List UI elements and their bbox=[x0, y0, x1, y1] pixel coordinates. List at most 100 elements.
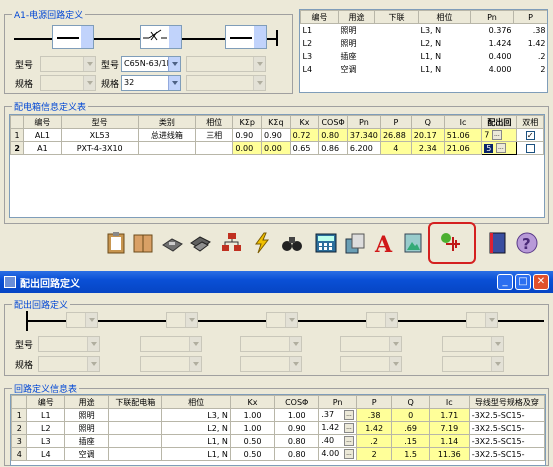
cell[interactable]: 2 bbox=[355, 447, 393, 461]
cell[interactable]: -3X2.5-SC15- bbox=[468, 447, 545, 461]
col-header[interactable]: KΣq bbox=[261, 115, 291, 129]
breaker-model-select[interactable]: C65N-63/1I bbox=[121, 56, 181, 72]
cell[interactable]: L3 bbox=[26, 434, 66, 448]
cell[interactable]: 空调 bbox=[64, 447, 110, 461]
cell-outgoing[interactable]: 5 ... bbox=[481, 141, 518, 155]
list-item[interactable]: L2 照明 L2, N 1.424 1.42 bbox=[301, 37, 548, 50]
cell[interactable]: 7.19 bbox=[428, 421, 470, 435]
cell[interactable]: 1.00 bbox=[229, 408, 276, 422]
cell-ksp[interactable]: 0.00 bbox=[232, 141, 263, 155]
col-header[interactable]: P bbox=[379, 115, 412, 129]
circuit-out-icon[interactable] bbox=[440, 231, 464, 255]
col-header[interactable]: 下联 bbox=[374, 10, 419, 24]
cell-model[interactable]: XL53 bbox=[60, 128, 139, 142]
cell[interactable]: L2, N bbox=[161, 421, 231, 435]
cell-type[interactable] bbox=[137, 141, 196, 155]
col-header[interactable]: Pn bbox=[346, 115, 381, 129]
cell[interactable]: -3X2.5-SC15- bbox=[468, 421, 545, 435]
cell[interactable]: 0.50 bbox=[229, 434, 276, 448]
cell[interactable]: 1.5 bbox=[391, 447, 430, 461]
ellipsis-button[interactable]: ... bbox=[495, 143, 506, 153]
cell[interactable] bbox=[108, 447, 163, 461]
cell[interactable]: 0.80 bbox=[274, 434, 320, 448]
col-header[interactable]: Ic bbox=[428, 395, 470, 409]
col-header[interactable]: 编号 bbox=[26, 395, 66, 409]
cell-ic[interactable]: 21.06 bbox=[443, 141, 483, 155]
cell-phase[interactable] bbox=[194, 141, 234, 155]
table-row[interactable]: 2 A1 PXT-4-3X10 0.00 0.00 0.65 0.86 6.20… bbox=[10, 141, 544, 155]
maximize-button[interactable]: □ bbox=[515, 274, 531, 290]
cell[interactable]: 照明 bbox=[64, 421, 110, 435]
model-select-1[interactable] bbox=[40, 56, 96, 72]
cell-ksq[interactable]: 0.90 bbox=[261, 128, 291, 142]
cell-dual[interactable] bbox=[516, 141, 544, 155]
ellipsis-button[interactable]: ... bbox=[343, 410, 354, 420]
cell-dual[interactable]: ✓ bbox=[516, 128, 544, 142]
col-header[interactable]: 相位 bbox=[418, 10, 471, 24]
cell[interactable]: L4 bbox=[26, 447, 66, 461]
cell[interactable]: L1 bbox=[26, 408, 66, 422]
cell[interactable]: -3X2.5-SC15- bbox=[468, 434, 545, 448]
cell[interactable]: 4.00... bbox=[318, 447, 357, 461]
cell-pn[interactable]: 37.340 bbox=[346, 128, 381, 142]
dialog-switch-1[interactable] bbox=[66, 312, 98, 328]
cell[interactable]: .2 bbox=[355, 434, 393, 448]
col-header[interactable]: COSΦ bbox=[274, 395, 320, 409]
col-header[interactable]: 下联配电箱 bbox=[108, 395, 163, 409]
cell-pn[interactable]: 6.200 bbox=[346, 141, 381, 155]
cell[interactable]: 照明 bbox=[64, 408, 110, 422]
col-header[interactable]: 型号 bbox=[60, 115, 139, 129]
cell-outgoing[interactable]: 7 ... bbox=[481, 128, 518, 142]
switch-dropdown-3[interactable] bbox=[225, 25, 267, 49]
cell[interactable]: L1, N bbox=[161, 434, 231, 448]
dialog-switch-4[interactable] bbox=[366, 312, 398, 328]
col-header[interactable]: 导线型号规格及穿 bbox=[468, 395, 545, 409]
cell[interactable]: .38 bbox=[355, 408, 393, 422]
list-item[interactable]: L4 空调 L1, N 4.000 2 bbox=[301, 63, 548, 76]
col-header[interactable]: Pn bbox=[318, 395, 357, 409]
col-header[interactable]: COSΦ bbox=[318, 115, 348, 129]
dialog-model-select-1[interactable] bbox=[38, 336, 100, 352]
cell-q[interactable]: 20.17 bbox=[410, 128, 445, 142]
cell[interactable]: L1, N bbox=[161, 447, 231, 461]
dialog-model-select-2[interactable] bbox=[140, 336, 202, 352]
col-header[interactable]: 双相 bbox=[516, 115, 544, 129]
col-header[interactable]: Kx bbox=[289, 115, 320, 129]
tools-icon[interactable] bbox=[290, 231, 314, 255]
dialog-spec-select-4[interactable] bbox=[340, 356, 402, 372]
table-row[interactable]: 1 AL1 XL53 总进线箱 三相 0.90 0.90 0.72 0.80 3… bbox=[10, 128, 544, 142]
switch-dropdown-breaker[interactable] bbox=[140, 25, 182, 49]
spec-select-3[interactable] bbox=[186, 75, 266, 91]
cell[interactable]: L3, N bbox=[161, 408, 231, 422]
cell[interactable] bbox=[108, 421, 163, 435]
calculator-icon[interactable] bbox=[314, 231, 338, 255]
col-header[interactable]: Q bbox=[391, 395, 430, 409]
col-header[interactable]: 用途 bbox=[338, 10, 375, 24]
col-header[interactable]: 用途 bbox=[64, 395, 110, 409]
cell[interactable]: 1.14 bbox=[428, 434, 470, 448]
cell-type[interactable]: 总进线箱 bbox=[137, 128, 196, 142]
cell[interactable]: 1.00 bbox=[229, 421, 276, 435]
ellipsis-button[interactable]: ... bbox=[343, 423, 354, 433]
cell[interactable]: 0.50 bbox=[229, 447, 276, 461]
disk-icon[interactable] bbox=[160, 231, 184, 255]
cell-id[interactable]: AL1 bbox=[23, 128, 62, 142]
cell[interactable]: 插座 bbox=[64, 434, 110, 448]
cell-p[interactable]: 26.88 bbox=[379, 128, 412, 142]
cell-cos[interactable]: 0.80 bbox=[318, 128, 348, 142]
col-header[interactable]: Q bbox=[410, 115, 445, 129]
col-header[interactable]: 配出回 bbox=[481, 115, 518, 129]
cell[interactable]: 0.80 bbox=[274, 447, 320, 461]
table-row[interactable]: 1 L1 照明 L3, N 1.00 1.00 .37... .38 0 1.7… bbox=[11, 408, 545, 422]
cell-ksq[interactable]: 0.00 bbox=[261, 141, 291, 155]
circuit-list[interactable]: 编号 用途 下联 相位 Pn P L1 照明 L3, N 0.376.38 L2 照明 L… bbox=[299, 9, 548, 93]
col-header[interactable]: 编号 bbox=[23, 115, 62, 129]
ellipsis-button[interactable]: ... bbox=[491, 130, 502, 140]
cell-ksp[interactable]: 0.90 bbox=[232, 128, 263, 142]
col-header[interactable]: KΣp bbox=[232, 115, 263, 129]
cell[interactable]: 0 bbox=[391, 408, 430, 422]
col-header[interactable]: 类别 bbox=[137, 115, 196, 129]
cell-kx[interactable]: 0.72 bbox=[289, 128, 320, 142]
list-item[interactable]: L3 插座 L1, N 0.400 .2 bbox=[301, 50, 548, 63]
cell[interactable] bbox=[108, 408, 163, 422]
